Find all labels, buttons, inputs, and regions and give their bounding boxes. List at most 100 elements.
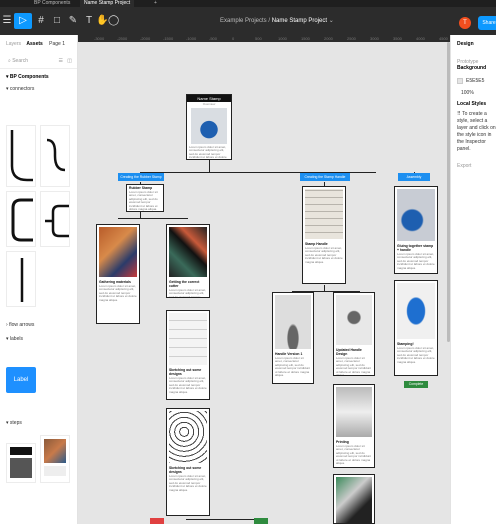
library-bp-components[interactable]: ▾ BP Components <box>0 71 77 83</box>
ruler-tick-label: -3000 <box>94 36 105 41</box>
background-swatch[interactable] <box>457 77 463 84</box>
card-text: Lorem ipsum dolor sit amet, consectetur … <box>305 246 343 264</box>
connector-t-thumb[interactable] <box>40 191 70 247</box>
file-name[interactable]: Name Stamp Project <box>272 18 327 24</box>
book-icon[interactable]: ◫ <box>67 53 72 69</box>
search-placeholder: Search <box>12 58 29 64</box>
label-component[interactable]: Label <box>6 367 36 393</box>
step-card-handle-v1[interactable]: Handle Version 1 Lorem ipsum dolor sit a… <box>272 292 314 384</box>
card-text: Lorem ipsum dolor sit amet, consectetur … <box>189 145 227 160</box>
title-separator: / <box>268 18 271 24</box>
local-styles-heading: Local Styles <box>457 101 487 107</box>
tab-bp-components[interactable]: BP Components <box>30 0 74 7</box>
card-text: Lorem ipsum dolor sit amet, consectetur … <box>169 288 207 298</box>
hint-text: To create a style, select a layer and cl… <box>457 111 496 152</box>
connector-s-thumb[interactable] <box>40 125 70 187</box>
step-card-updated-handle[interactable]: Updated Handle Design Lorem ipsum dolor … <box>333 292 375 376</box>
group-connectors[interactable]: ▾ connectors <box>0 83 77 95</box>
ruler-tick-label: -2000 <box>140 36 151 41</box>
library-label: BP Components <box>9 74 49 80</box>
card-text: Lorem ipsum dolor sit amet, consectetur … <box>336 356 372 376</box>
card-photo <box>99 227 137 277</box>
document-title[interactable]: Example Projects / Name Stamp Project ⌄ <box>220 15 334 27</box>
page-selector[interactable]: Page 1 <box>49 35 65 53</box>
share-button[interactable]: Share <box>478 16 496 30</box>
step-card-sketching-1[interactable]: Sketching out some designs Lorem ipsum d… <box>166 310 210 400</box>
move-tool-icon[interactable]: ▷ <box>14 13 32 29</box>
shape-tool-icon[interactable]: □ <box>52 13 62 29</box>
branch-label-assembly[interactable]: Assembly <box>398 173 430 181</box>
status-label-red[interactable] <box>150 518 164 524</box>
card-photo <box>169 313 207 365</box>
step-card-sketching-2[interactable]: Sketching out some designs Lorem ipsum d… <box>166 408 210 516</box>
ruler-tick-label: 1000 <box>278 36 287 41</box>
group-label: flow arrows <box>9 322 35 328</box>
step-card-correct-cutter[interactable]: Getting the correct cutter Lorem ipsum d… <box>166 224 210 298</box>
project-name[interactable]: Example Projects <box>220 18 267 24</box>
group-label: connectors <box>9 86 35 92</box>
list-view-icon[interactable]: ☰ <box>59 53 63 69</box>
card-text: Lorem ipsum dolor sit amet, consectetur … <box>129 190 158 212</box>
ruler-tick-label: 3500 <box>393 36 402 41</box>
step-image-placeholder <box>10 458 32 478</box>
canvas[interactable]: Name Stamp Overview Lorem ipsum dolor si… <box>78 42 450 524</box>
connector-straight-thumb[interactable] <box>6 251 36 307</box>
connector-elbow-thumb[interactable] <box>6 125 36 187</box>
group-flow-arrows[interactable]: › flow arrows <box>0 319 34 331</box>
card-text: Lorem ipsum dolor sit amet, consectetur … <box>169 474 207 492</box>
search-input[interactable]: ⌕ Search ☰ ◫ <box>0 53 77 69</box>
group-steps[interactable]: ▾ steps <box>0 417 22 429</box>
new-tab-button[interactable]: + <box>150 0 161 7</box>
background-hex[interactable]: E5E5E5 <box>466 78 484 84</box>
toolbar: ☰ ▷ # □ ✎ T ✋ ◯ Example Projects / Name … <box>0 7 496 35</box>
ruler-tick-label: 2000 <box>324 36 333 41</box>
export-section[interactable]: Export <box>451 163 496 169</box>
connector-straight-icon <box>20 258 24 302</box>
connector-line <box>118 218 188 219</box>
avatar[interactable]: T <box>459 17 471 29</box>
group-labels[interactable]: ▾ labels <box>0 333 23 345</box>
text-tool-icon[interactable]: T <box>84 13 94 29</box>
step-card-stamping[interactable]: Stamping! Lorem ipsum dolor sit amet, co… <box>394 280 438 376</box>
complete-label[interactable]: Complete <box>404 381 428 388</box>
chevron-down-icon[interactable]: ⌄ <box>329 18 334 24</box>
hand-tool-icon[interactable]: ✋ <box>96 13 108 29</box>
overview-card[interactable]: Name Stamp Overview Lorem ipsum dolor si… <box>186 94 232 160</box>
status-label-green[interactable] <box>254 518 268 524</box>
step-card-rubber-stamp[interactable]: Rubber Stamp Lorem ipsum dolor sit amet,… <box>126 184 164 212</box>
step-card-printing[interactable]: Printing Lorem ipsum dolor sit amet, con… <box>333 384 375 468</box>
step-card-gluing[interactable]: Gluing together stamp + handle Lorem ips… <box>394 186 438 274</box>
pen-tool-icon[interactable]: ✎ <box>68 13 78 29</box>
local-styles-hint: ⠿ To create a style, select a layer and … <box>451 111 496 153</box>
main-menu-icon[interactable]: ☰ <box>2 13 12 29</box>
frame-tool-icon[interactable]: # <box>36 13 46 29</box>
ruler-tick-label: 4500 <box>439 36 448 41</box>
connector-bracket-thumb[interactable] <box>6 191 36 247</box>
card-photo <box>336 295 372 345</box>
card-photo <box>169 227 207 277</box>
tab-assets[interactable]: Assets <box>26 41 42 47</box>
tab-name-stamp-project[interactable]: Name Stamp Project <box>80 0 135 7</box>
tab-design[interactable]: Design <box>457 41 474 47</box>
card-text: Lorem ipsum dolor sit amet, consectetur … <box>169 376 207 394</box>
branch-label-rubber-stamp[interactable]: Creating the Rubber Stamp <box>118 173 164 181</box>
assets-panel: Layers Assets Page 1 ⌕ Search ☰ ◫ ▾ BP C… <box>0 35 78 524</box>
design-panel: Design Prototype Background E5E5E5 100% … <box>450 35 496 524</box>
step-title-thumb[interactable] <box>6 443 36 483</box>
step-card-gathering-materials[interactable]: Gathering materials Lorem ipsum dolor si… <box>96 224 140 324</box>
tab-layers[interactable]: Layers <box>6 41 21 47</box>
step-text-placeholder <box>44 466 66 476</box>
search-icon: ⌕ <box>8 58 11 64</box>
step-card-stamp-handle[interactable]: Stamp Handle Lorem ipsum dolor sit amet,… <box>302 186 346 284</box>
background-opacity[interactable]: 100% <box>461 90 474 96</box>
stamp-photo <box>191 108 227 144</box>
step-card-bottom[interactable] <box>333 474 375 524</box>
step-photo-thumb[interactable] <box>40 435 70 483</box>
background-color-field[interactable]: E5E5E5 100% <box>451 75 496 96</box>
card-title: Name Stamp <box>187 95 231 102</box>
card-photo <box>336 477 372 523</box>
ruler-tick-label: 2500 <box>347 36 356 41</box>
branch-label-stamp-handle[interactable]: Creating the Stamp Handle <box>300 173 350 181</box>
right-panel-tabs: Design Prototype <box>451 35 496 65</box>
comment-tool-icon[interactable]: ◯ <box>108 13 119 29</box>
